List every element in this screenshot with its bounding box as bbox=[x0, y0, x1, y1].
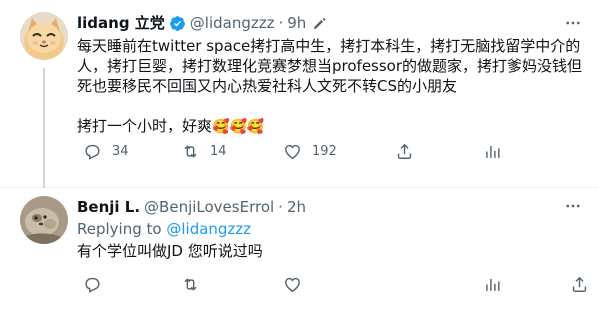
tweet-time[interactable]: 9h bbox=[287, 13, 306, 33]
smiling-face-hearts-icon: 🥰🥰🥰 bbox=[212, 119, 265, 135]
share-icon bbox=[395, 142, 414, 161]
reply-icon bbox=[83, 275, 102, 294]
tweet-body: lidang 立党 @lidangzzz · 9h 每天睡前在twitter s… bbox=[77, 12, 583, 137]
author-name[interactable]: Benji L. bbox=[77, 197, 140, 217]
retweet-button[interactable] bbox=[181, 274, 200, 294]
cat-avatar-icon bbox=[20, 12, 68, 60]
animal-photo-avatar-icon bbox=[20, 196, 68, 244]
tweet[interactable]: Benji L. @BenjiLovesErrol · 2h Replying … bbox=[0, 189, 599, 312]
avatar[interactable] bbox=[20, 196, 68, 244]
analytics-button[interactable] bbox=[483, 141, 502, 161]
analytics-button[interactable] bbox=[483, 274, 502, 294]
replying-to: Replying to @lidangzzz bbox=[77, 219, 583, 239]
edit-icon[interactable] bbox=[312, 16, 327, 31]
share-button[interactable] bbox=[395, 141, 414, 161]
thread-line bbox=[43, 68, 45, 188]
like-button[interactable]: 192 bbox=[283, 141, 337, 161]
author-handle[interactable]: @BenjiLovesErrol bbox=[144, 197, 274, 217]
retweet-icon bbox=[181, 275, 200, 294]
reply-icon bbox=[83, 142, 102, 161]
tweet-header: Benji L. @BenjiLovesErrol · 2h bbox=[77, 196, 583, 218]
author-handle[interactable]: @lidangzzz bbox=[190, 13, 275, 33]
tweet-text: 有个学位叫做JD 您听说过吗 bbox=[77, 242, 263, 260]
analytics-icon bbox=[483, 142, 502, 161]
reply-button[interactable] bbox=[83, 274, 102, 294]
tweet-text-paragraph: 拷打一个小时，好爽🥰🥰🥰 bbox=[77, 116, 583, 137]
tweet[interactable]: lidang 立党 @lidangzzz · 9h 每天睡前在twitter s… bbox=[0, 0, 599, 188]
reply-count: 34 bbox=[112, 143, 129, 159]
analytics-icon bbox=[483, 275, 502, 294]
reply-button[interactable]: 34 bbox=[83, 141, 129, 161]
tweet-text-line: 拷打一个小时，好爽 bbox=[77, 117, 213, 135]
tweet-text: 每天睡前在twitter space拷打高中生，拷打本科生，拷打无脑找留学中介的… bbox=[77, 36, 583, 137]
more-icon[interactable] bbox=[563, 196, 583, 216]
more-icon[interactable] bbox=[563, 13, 583, 33]
retweet-icon bbox=[181, 142, 200, 161]
like-button[interactable] bbox=[283, 274, 302, 294]
author-name[interactable]: lidang 立党 bbox=[77, 13, 165, 33]
separator-dot: · bbox=[278, 14, 284, 32]
like-icon bbox=[283, 275, 302, 294]
tweet-body: Benji L. @BenjiLovesErrol · 2h Replying … bbox=[77, 196, 583, 261]
retweet-count: 14 bbox=[210, 143, 227, 159]
replying-to-mention[interactable]: @lidangzzz bbox=[166, 220, 251, 238]
tweet-text-paragraph: 每天睡前在twitter space拷打高中生，拷打本科生，拷打无脑找留学中介的… bbox=[77, 37, 583, 95]
separator-dot: · bbox=[278, 198, 283, 216]
like-count: 192 bbox=[312, 143, 337, 159]
like-icon bbox=[283, 142, 302, 161]
tweet-header: lidang 立党 @lidangzzz · 9h bbox=[77, 12, 583, 34]
replying-to-label: Replying to bbox=[77, 220, 162, 238]
share-button[interactable] bbox=[570, 274, 589, 294]
retweet-button[interactable]: 14 bbox=[181, 141, 227, 161]
timeline: lidang 立党 @lidangzzz · 9h 每天睡前在twitter s… bbox=[0, 0, 599, 312]
share-icon bbox=[570, 275, 589, 294]
avatar[interactable] bbox=[20, 12, 68, 60]
tweet-time[interactable]: 2h bbox=[287, 197, 306, 217]
verified-icon bbox=[169, 15, 186, 32]
